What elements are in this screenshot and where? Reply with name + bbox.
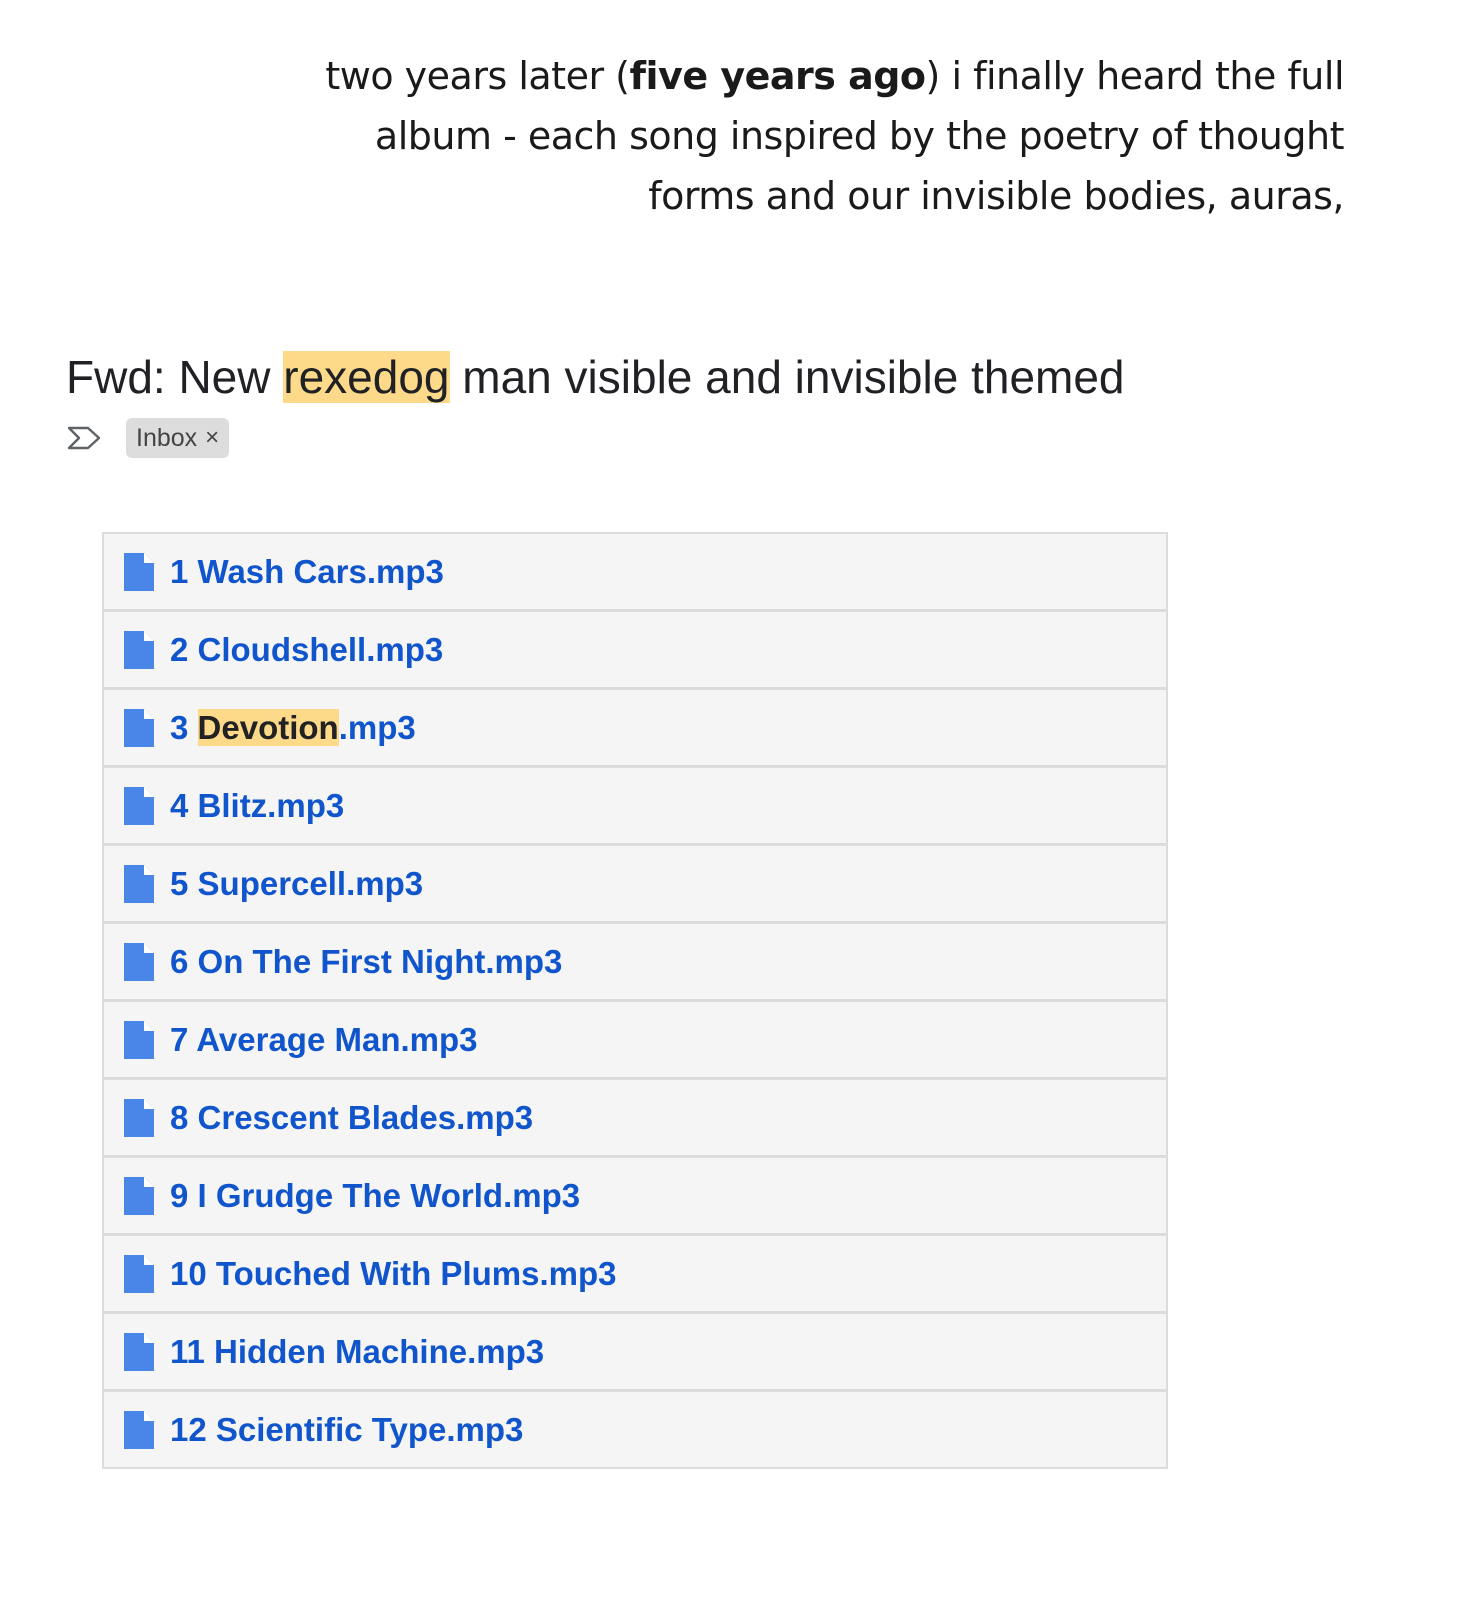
file-icon (124, 786, 154, 825)
file-icon (124, 1176, 154, 1215)
caption-line-1-end: ) i finally heard the full (925, 54, 1345, 98)
caption-line-1-start: two years later ( (325, 54, 630, 98)
attachment-filename[interactable]: 8 Crescent Blades.mp3 (170, 1099, 533, 1137)
attachment-item[interactable]: 2 Cloudshell.mp3 (104, 612, 1166, 687)
attachment-item[interactable]: 11 Hidden Machine.mp3 (104, 1314, 1166, 1389)
attachment-filename[interactable]: 7 Average Man.mp3 (170, 1021, 478, 1059)
filename-suffix: .mp3 (338, 708, 416, 746)
attachment-filename[interactable]: 5 Supercell.mp3 (170, 865, 423, 903)
filename-prefix: 3 (170, 708, 198, 746)
attachment-item[interactable]: 8 Crescent Blades.mp3 (104, 1080, 1166, 1155)
caption-line-1: two years later (five years ago) i final… (304, 46, 1344, 106)
attachment-filename[interactable]: 6 On The First Night.mp3 (170, 943, 562, 981)
email-subject: Fwd: New rexedog man visible and invisib… (66, 346, 1125, 408)
attachment-item[interactable]: 7 Average Man.mp3 (104, 1002, 1166, 1077)
caption-line-3: forms and our invisible bodies, auras, (648, 174, 1344, 218)
file-icon (124, 1020, 154, 1059)
attachment-item[interactable]: 5 Supercell.mp3 (104, 846, 1166, 921)
label-row: Inbox × (66, 418, 230, 458)
attachment-list: 1 Wash Cars.mp3 2 Cloudshell.mp3 3 Devotio… (102, 532, 1168, 1469)
attachment-item[interactable]: 4 Blitz.mp3 (104, 768, 1166, 843)
attachment-filename[interactable]: 9 I Grudge The World.mp3 (170, 1177, 580, 1215)
attachment-filename[interactable]: 11 Hidden Machine.mp3 (170, 1333, 544, 1371)
attachment-filename[interactable]: 3 Devotion.mp3 (170, 708, 416, 747)
file-icon (124, 552, 154, 591)
attachment-item[interactable]: 6 On The First Night.mp3 (104, 924, 1166, 999)
caption-bold-phrase: five years ago (629, 54, 926, 98)
file-icon (124, 942, 154, 981)
attachment-filename[interactable]: 12 Scientific Type.mp3 (170, 1411, 523, 1449)
attachment-filename[interactable]: 10 Touched With Plums.mp3 (170, 1255, 616, 1293)
subject-prefix: Fwd: New (66, 351, 284, 403)
inbox-label-chip: Inbox × (126, 418, 230, 458)
file-icon (124, 708, 154, 747)
attachment-item[interactable]: 3 Devotion.mp3 (104, 690, 1166, 765)
caption-text: two years later (five years ago) i final… (304, 46, 1344, 226)
file-icon (124, 1410, 154, 1449)
subject-suffix: man visible and invisible themed (449, 351, 1125, 403)
filename-search-highlight: Devotion (197, 708, 339, 746)
attachment-item[interactable]: 10 Touched With Plums.mp3 (104, 1236, 1166, 1311)
file-icon (124, 1098, 154, 1137)
attachment-item[interactable]: 9 I Grudge The World.mp3 (104, 1158, 1166, 1233)
remove-label-icon[interactable]: × (205, 424, 219, 452)
file-icon (124, 1332, 154, 1371)
caption-line-2: album - each song inspired by the poetry… (374, 114, 1345, 158)
attachment-item[interactable]: 12 Scientific Type.mp3 (104, 1392, 1166, 1467)
file-icon (124, 630, 154, 669)
file-icon (124, 864, 154, 903)
inbox-label-text: Inbox (136, 423, 198, 452)
attachment-filename[interactable]: 1 Wash Cars.mp3 (170, 553, 444, 591)
subject-search-highlight: rexedog (283, 351, 450, 403)
importance-marker-icon[interactable] (66, 423, 106, 453)
attachment-filename[interactable]: 2 Cloudshell.mp3 (170, 631, 443, 669)
attachment-filename[interactable]: 4 Blitz.mp3 (170, 787, 344, 825)
attachment-item[interactable]: 1 Wash Cars.mp3 (104, 534, 1166, 609)
file-icon (124, 1254, 154, 1293)
